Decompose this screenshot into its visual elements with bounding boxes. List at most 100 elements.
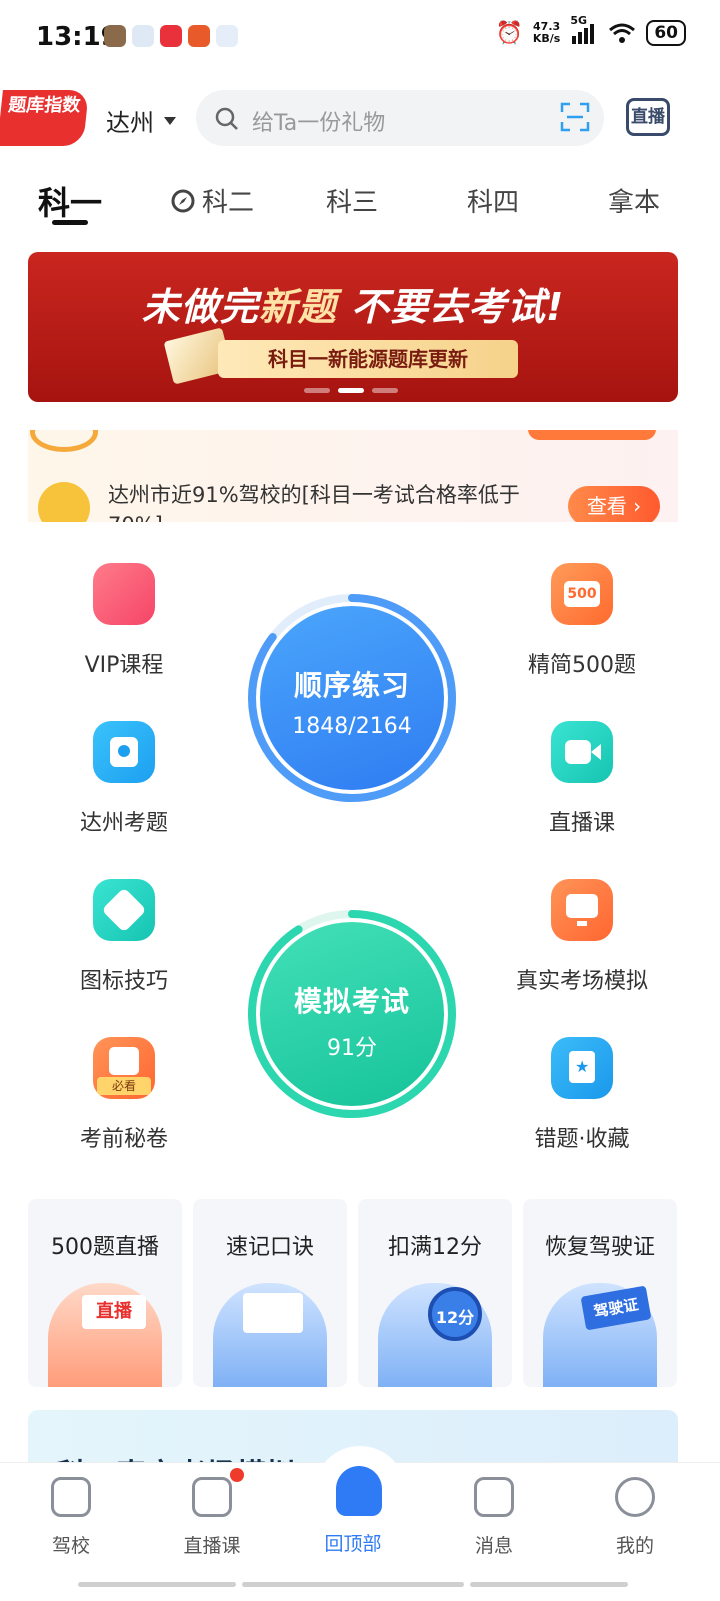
nav-live-class[interactable]: 直播课	[167, 1477, 257, 1558]
banner-pagination	[304, 388, 398, 393]
practice-progress: 1848/2164	[292, 714, 412, 739]
subject-tabs: 科一 科二 科三 科四 拿本	[0, 172, 720, 232]
nav-label: 消息	[474, 1535, 513, 1557]
map-notification-icon	[132, 25, 154, 47]
live-tv-button[interactable]: 直播	[626, 98, 670, 136]
notification-badge	[230, 1468, 244, 1482]
notice-text: 达州市近91%驾校的[科目一考试合格率低于70%]	[108, 483, 520, 522]
banner-dot	[372, 388, 398, 393]
tab-subject-3[interactable]: 科三	[326, 182, 378, 219]
card-500-live[interactable]: 500题直播 直播	[28, 1199, 182, 1387]
card-12-points[interactable]: 扣满12分 12分	[358, 1199, 512, 1387]
search-placeholder: 给Ta一份礼物	[252, 111, 386, 136]
nav-label: 回顶部	[324, 1533, 382, 1555]
feature-label: VIP课程	[84, 653, 164, 678]
feature-label: 考前秘卷	[79, 1127, 168, 1152]
sequential-practice-button[interactable]: 顺序练习 1848/2164	[246, 592, 458, 804]
feature-sign-tips[interactable]: 图标技巧	[34, 879, 214, 995]
banner-subtitle: 科目一新能源题库更新	[218, 340, 518, 378]
mock-exam-button[interactable]: 模拟考试 91分	[246, 908, 458, 1120]
practice-inner: 顺序练习 1848/2164	[260, 606, 444, 790]
card-title: 恢复驾驶证	[544, 1235, 655, 1260]
card-mnemonics[interactable]: 速记口诀	[193, 1199, 347, 1387]
feature-label: 直播课	[548, 811, 615, 836]
sign-tips-icon	[93, 879, 155, 941]
gesture-bar	[78, 1582, 628, 1587]
nav-label: 我的	[615, 1535, 654, 1557]
battery-indicator: 60	[646, 20, 686, 46]
exam-title: 模拟考试	[293, 985, 410, 1018]
shop-notification-icon	[160, 25, 182, 47]
bell-icon	[38, 482, 90, 522]
previous-notice-button	[528, 430, 656, 440]
exam-score: 91分	[327, 1036, 377, 1061]
live-illustration: 直播	[48, 1283, 162, 1387]
feature-label: 图标技巧	[79, 969, 168, 994]
feature-label: 达州考题	[79, 811, 168, 836]
active-tab-indicator	[52, 220, 88, 225]
driving-school-icon	[51, 1477, 91, 1517]
alarm-icon: ⏰	[495, 20, 523, 46]
live-tv-icon	[192, 1477, 232, 1517]
feature-local-exam[interactable]: 达州考题	[34, 721, 214, 837]
card-title: 500题直播	[51, 1235, 159, 1260]
promo-banner[interactable]: 未做完新题 不要去考试! 科目一新能源题库更新	[28, 252, 678, 402]
feature-label: 精简500题	[528, 653, 636, 678]
status-right: ⏰ 47.3 KB/s 5G 60	[495, 14, 686, 46]
tab-subject-2[interactable]: 科二	[170, 182, 254, 219]
game-notification-icon	[188, 25, 210, 47]
view-button[interactable]: 查看 ›	[568, 486, 660, 522]
nav-back-to-top[interactable]: 回顶部	[308, 1515, 398, 1556]
mnemonics-illustration	[213, 1283, 327, 1387]
wrong-favorites-icon: ★	[551, 1037, 613, 1099]
pass-rate-notice[interactable]: 达州市近91%驾校的[科目一考试合格率低于70%] 查看 ›	[28, 430, 678, 522]
signal-icon: 5G	[570, 14, 598, 44]
feature-500-questions[interactable]: 500 精简500题	[492, 563, 672, 679]
tab-subject-1[interactable]: 科一	[38, 178, 102, 224]
caret-down-icon	[164, 116, 176, 125]
secret-paper-icon: 必看	[93, 1037, 155, 1099]
wifi-icon	[609, 23, 636, 43]
nav-label: 驾校	[51, 1535, 90, 1557]
feature-label: 真实考场模拟	[515, 969, 648, 994]
feature-secret-paper[interactable]: 必看 考前秘卷	[34, 1037, 214, 1153]
net-speed: 47.3 KB/s	[532, 20, 561, 45]
license-illustration: 驾驶证	[543, 1283, 657, 1387]
nav-messages[interactable]: 消息	[449, 1477, 539, 1558]
live-class-icon	[551, 721, 613, 783]
scan-icon[interactable]	[560, 102, 590, 132]
feature-real-exam[interactable]: 真实考场模拟	[492, 879, 672, 995]
tab-get-license[interactable]: 拿本	[608, 182, 660, 219]
points-illustration: 12分	[378, 1283, 492, 1387]
local-exam-icon	[93, 721, 155, 783]
question-bank-index-logo[interactable]: 题库指数	[0, 90, 89, 146]
rocket-icon[interactable]	[336, 1466, 382, 1516]
baidu-notification-icon	[216, 25, 238, 47]
feature-live-class[interactable]: 直播课	[492, 721, 672, 837]
nav-profile[interactable]: 我的	[590, 1477, 680, 1558]
city-selector[interactable]: 达州	[106, 103, 176, 138]
banner-dot	[304, 388, 330, 393]
card-restore-license[interactable]: 恢复驾驶证 驾驶证	[523, 1199, 677, 1387]
profile-icon	[615, 1477, 655, 1517]
banner-dot-active	[338, 388, 364, 393]
practice-title: 顺序练习	[293, 669, 410, 702]
nav-label: 直播课	[183, 1535, 241, 1557]
feature-vip-course[interactable]: VIP课程	[34, 563, 214, 679]
banner-title: 未做完新题 不要去考试!	[141, 285, 565, 329]
feature-wrong-favorites[interactable]: ★ 错题·收藏	[492, 1037, 672, 1153]
exam-inner: 模拟考试 91分	[260, 922, 444, 1106]
notification-icons	[104, 25, 238, 47]
nav-driving-school[interactable]: 驾校	[26, 1477, 116, 1558]
500-questions-icon: 500	[551, 563, 613, 625]
feature-label: 错题·收藏	[534, 1127, 630, 1152]
status-bar: 13:19 ⏰ 47.3 KB/s 5G 60	[0, 0, 720, 76]
vip-course-icon	[93, 563, 155, 625]
message-icon	[474, 1477, 514, 1517]
search-icon	[215, 107, 238, 130]
tab-subject-4[interactable]: 科四	[467, 182, 519, 219]
card-title: 扣满12分	[388, 1235, 482, 1260]
card-title: 速记口诀	[225, 1235, 314, 1260]
city-label: 达州	[106, 109, 154, 137]
search-bar[interactable]: 给Ta一份礼物	[196, 90, 604, 146]
